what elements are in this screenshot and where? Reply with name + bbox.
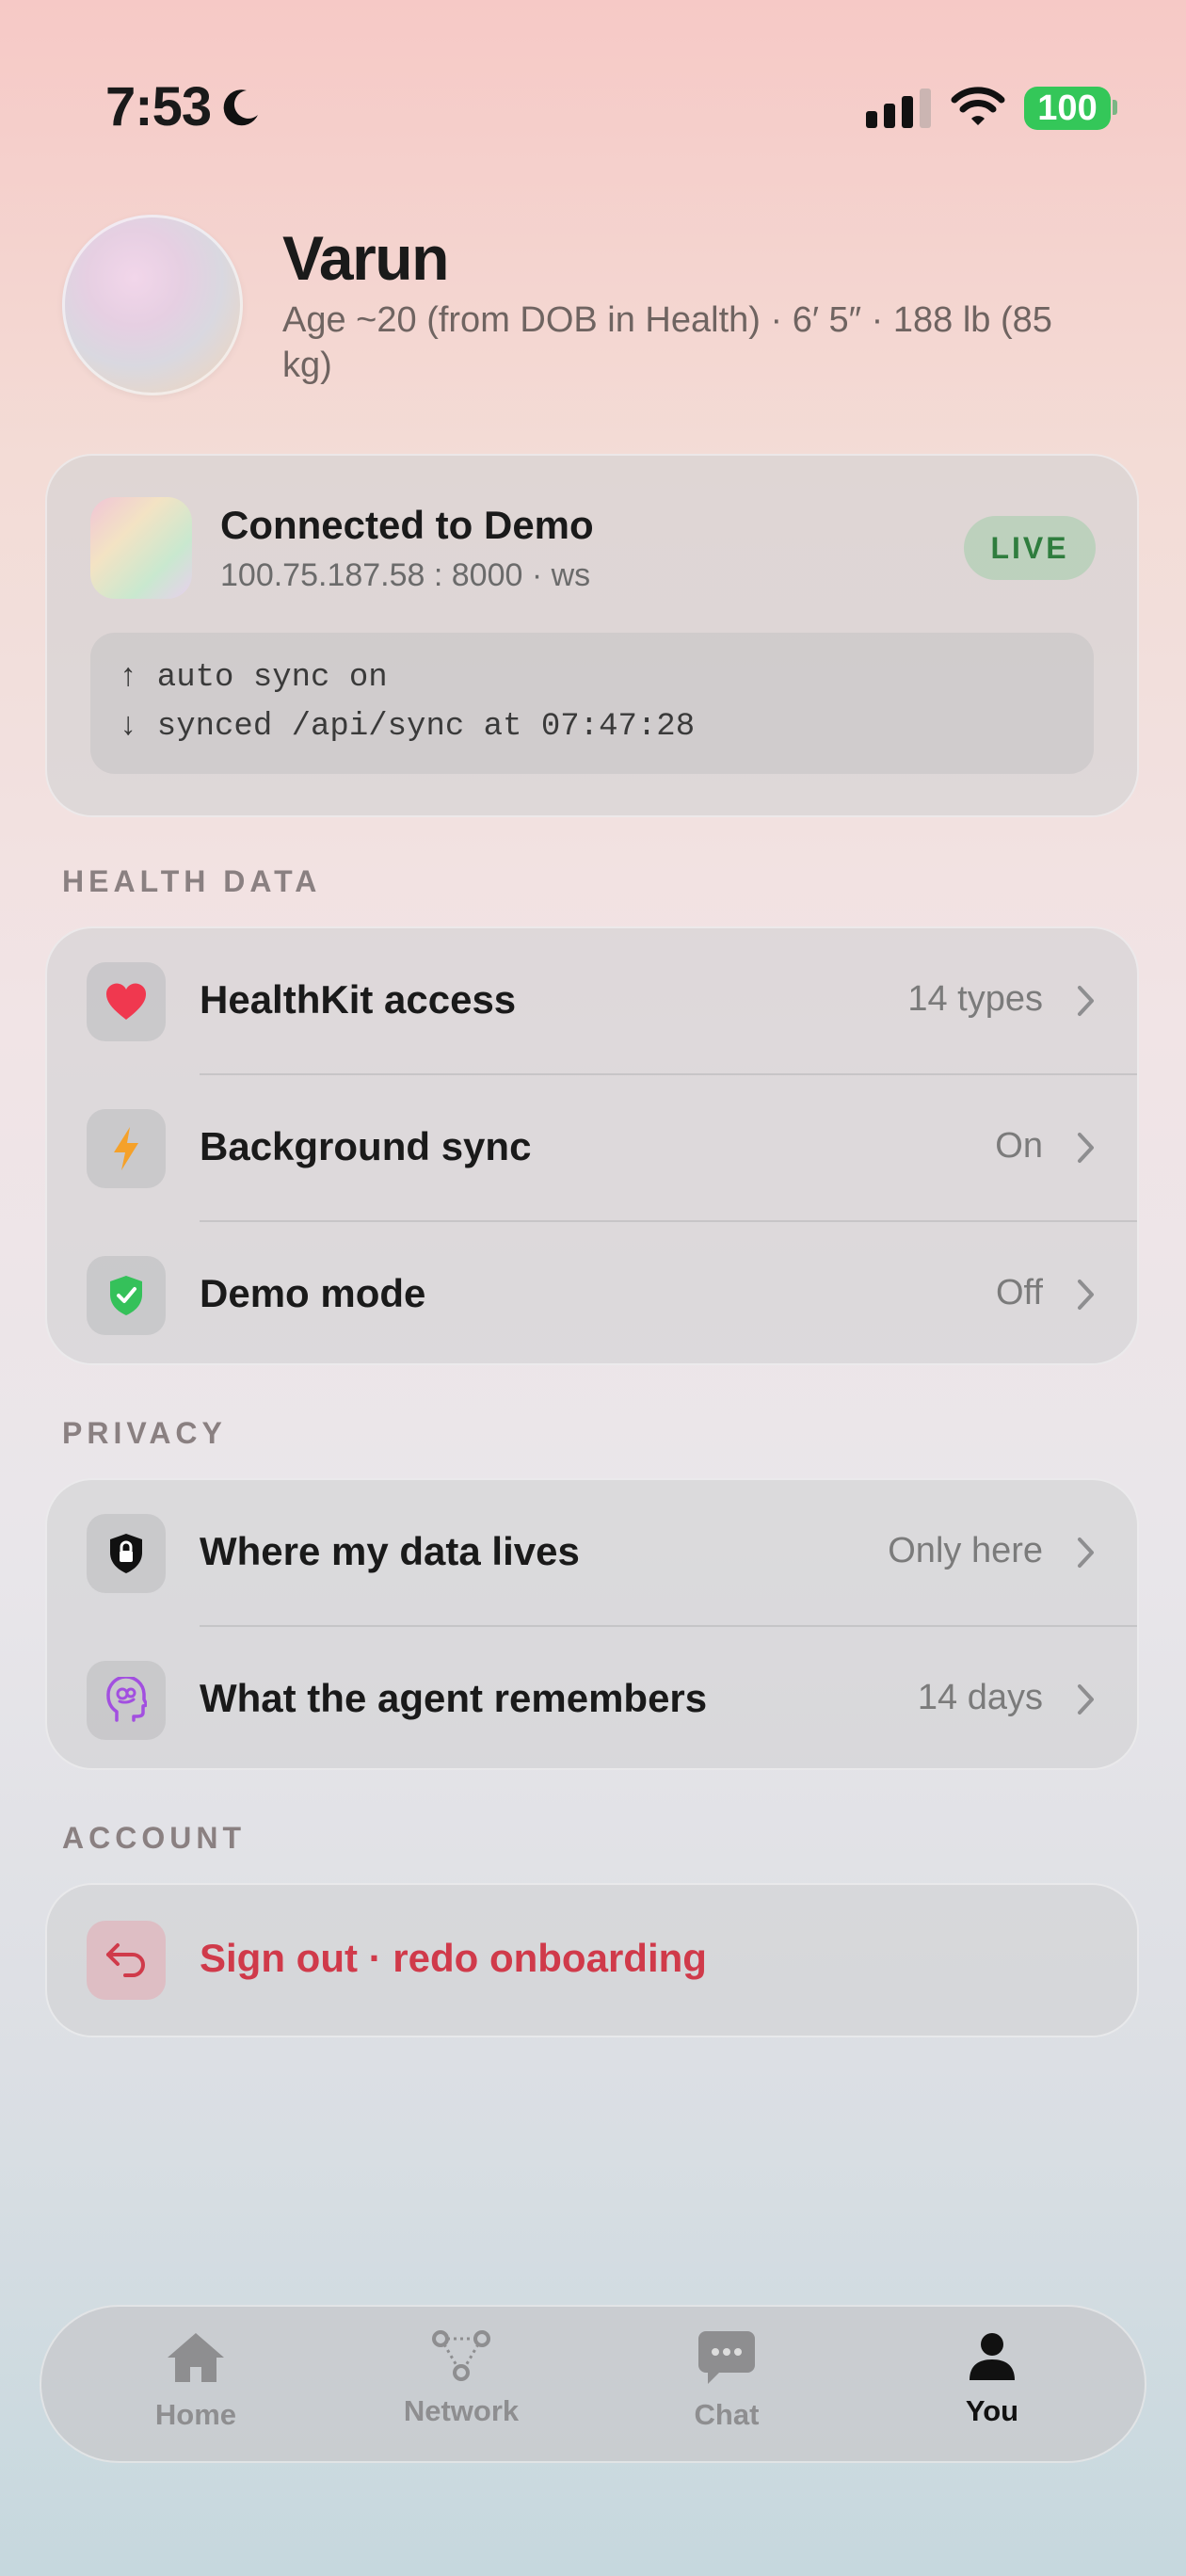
tab-network[interactable]: Network — [367, 2329, 555, 2428]
section-header-health: HEALTH DATA — [62, 864, 322, 898]
row-healthkit-access[interactable]: HealthKit access 14 types — [47, 928, 1137, 1075]
chevron-right-icon — [1078, 1538, 1094, 1568]
tab-chat[interactable]: Chat — [633, 2329, 821, 2432]
row-where-data-lives[interactable]: Where my data lives Only here — [47, 1480, 1137, 1627]
network-icon — [432, 2330, 490, 2381]
connection-title: Connected to Demo — [220, 503, 594, 547]
wifi-icon — [951, 87, 1005, 125]
status-time: 7:53 — [105, 76, 212, 137]
sync-log: ↑ auto sync on ↓ synced /api/sync at 07:… — [90, 633, 1094, 774]
sign-out-label: Sign out · redo onboarding — [200, 1936, 707, 1980]
tab-bar: Home Network Chat You — [40, 2305, 1146, 2463]
row-value: 14 types — [907, 979, 1043, 1019]
chevron-right-icon — [1078, 1133, 1094, 1163]
sync-log-line: ↑ auto sync on — [119, 660, 388, 696]
chat-bubble-icon — [698, 2331, 755, 2384]
avatar[interactable] — [62, 215, 243, 395]
battery-nub — [1113, 100, 1117, 115]
row-value: On — [995, 1126, 1043, 1166]
tab-label: Chat — [694, 2398, 760, 2431]
heart-icon — [87, 962, 166, 1041]
tab-label: Network — [403, 2394, 520, 2427]
row-label: Where my data lives — [200, 1529, 580, 1573]
shield-check-icon — [87, 1256, 166, 1335]
moon-icon — [223, 89, 258, 126]
cellular-signal-icon — [866, 89, 931, 128]
row-label: Background sync — [200, 1124, 532, 1168]
row-label: What the agent remembers — [200, 1676, 708, 1720]
profile-name: Varun — [282, 223, 449, 293]
row-label: Demo mode — [200, 1271, 426, 1315]
account-settings-card: Sign out · redo onboarding — [45, 1883, 1139, 2037]
live-badge: LIVE — [964, 516, 1096, 580]
chevron-right-icon — [1078, 1280, 1094, 1310]
sign-out-button[interactable]: Sign out · redo onboarding — [47, 1887, 1137, 2034]
profile-details: Age ~20 (from DOB in Health) · 6′ 5″ · 1… — [282, 300, 1052, 385]
person-icon — [970, 2333, 1015, 2380]
brain-head-icon — [87, 1661, 166, 1740]
row-value: 14 days — [917, 1678, 1043, 1717]
tab-you[interactable]: You — [898, 2329, 1086, 2428]
house-icon — [168, 2333, 224, 2382]
chevron-right-icon — [1078, 986, 1094, 1016]
server-gradient-icon — [90, 497, 192, 599]
row-agent-memory[interactable]: What the agent remembers 14 days — [47, 1627, 1137, 1774]
row-label: HealthKit access — [200, 977, 517, 1022]
tab-label: You — [965, 2394, 1019, 2427]
row-value: Off — [996, 1273, 1043, 1312]
row-background-sync[interactable]: Background sync On — [47, 1075, 1137, 1222]
tab-label: Home — [154, 2398, 237, 2431]
return-arrow-icon — [87, 1921, 166, 2000]
privacy-settings-card: Where my data lives Only here What the a… — [45, 1478, 1139, 1770]
row-demo-mode[interactable]: Demo mode Off — [47, 1222, 1137, 1369]
tab-home[interactable]: Home — [102, 2329, 290, 2432]
sync-log-line: ↓ synced /api/sync at 07:47:28 — [119, 709, 696, 745]
section-header-privacy: PRIVACY — [62, 1416, 227, 1450]
lock-shield-icon — [87, 1514, 166, 1593]
health-settings-card: HealthKit access 14 types Background syn… — [45, 926, 1139, 1365]
section-header-account: ACCOUNT — [62, 1821, 246, 1855]
chevron-right-icon — [1078, 1684, 1094, 1715]
connection-address: 100.75.187.58 : 8000 · ws — [220, 557, 591, 593]
battery-indicator: 100 — [1024, 87, 1111, 130]
bolt-icon — [87, 1109, 166, 1188]
row-value: Only here — [888, 1531, 1043, 1570]
